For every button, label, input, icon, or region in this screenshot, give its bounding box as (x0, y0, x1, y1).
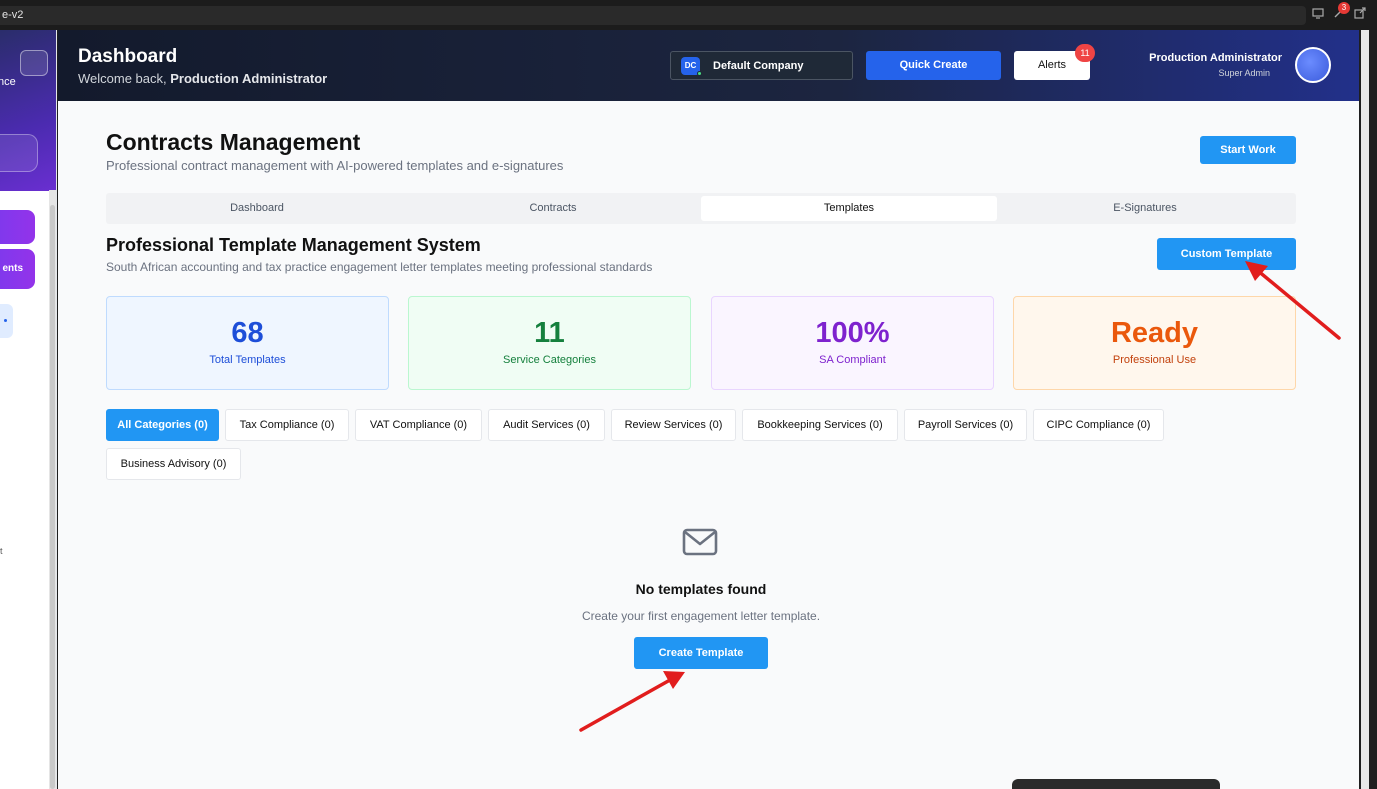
stat-card-total-templates: 68 Total Templates (106, 296, 389, 390)
user-name: Production Administrator (1149, 52, 1282, 64)
custom-template-button[interactable]: Custom Template (1157, 238, 1296, 270)
sidebar-logo[interactable] (20, 50, 48, 76)
start-work-button[interactable]: Start Work (1200, 136, 1296, 164)
create-template-button[interactable]: Create Template (634, 637, 768, 669)
main-content: Contracts Management Professional contra… (58, 101, 1359, 789)
page-subtitle: Professional contract management with AI… (106, 158, 564, 173)
sidebar-item-documents[interactable]: ents (0, 249, 35, 289)
category-chip-review-services[interactable]: Review Services (0) (611, 409, 736, 441)
stat-label: Professional Use (1112, 354, 1197, 366)
sidebar-brand-area: nce (0, 30, 56, 191)
sidebar-subitem-dot (4, 319, 7, 322)
open-external-icon[interactable] (1353, 6, 1367, 20)
sidebar-item-label: ents (2, 263, 23, 274)
tab-contracts[interactable]: Contracts (405, 196, 701, 221)
company-name: Default Company (713, 60, 804, 72)
avatar[interactable] (1295, 47, 1331, 83)
sidebar-search[interactable] (0, 134, 38, 172)
category-chip-vat-compliance[interactable]: VAT Compliance (0) (355, 409, 482, 441)
stat-card-service-categories: 11 Service Categories (408, 296, 691, 390)
page-title: Contracts Management (106, 129, 361, 155)
extensions-icon[interactable]: 3 (1332, 2, 1350, 20)
sidebar-partial-text: t (0, 546, 3, 556)
stat-card-sa-compliant: 100% SA Compliant (711, 296, 994, 390)
category-chip-audit-services[interactable]: Audit Services (0) (488, 409, 605, 441)
cast-icon[interactable] (1311, 6, 1325, 20)
welcome-name: Production Administrator (170, 71, 328, 86)
tab-dashboard[interactable]: Dashboard (109, 196, 405, 221)
browser-chrome: e-v2 3 (0, 0, 1377, 30)
empty-state-title: No templates found (635, 581, 767, 597)
category-chip-all[interactable]: All Categories (0) (106, 409, 219, 441)
user-role: Super Admin (1218, 68, 1270, 78)
stat-value: 11 (534, 317, 565, 349)
company-selector[interactable]: DC Default Company (670, 51, 853, 80)
sidebar-item[interactable] (0, 210, 35, 244)
extensions-badge: 3 (1338, 2, 1350, 14)
tab-e-signatures[interactable]: E-Signatures (997, 196, 1293, 221)
floating-toolbar[interactable] (1012, 779, 1220, 789)
empty-state-subtitle: Create your first engagement letter temp… (581, 609, 821, 623)
alerts-label: Alerts (1037, 59, 1067, 71)
stat-label: Total Templates (209, 354, 286, 366)
category-chip-payroll-services[interactable]: Payroll Services (0) (904, 409, 1027, 441)
stat-label: SA Compliant (819, 354, 886, 366)
alerts-count-badge: 11 (1075, 44, 1095, 62)
sidebar-brand-text: nce (0, 76, 16, 88)
header-welcome: Welcome back, Production Administrator (78, 71, 327, 86)
section-title: Professional Template Management System (106, 235, 481, 255)
welcome-prefix: Welcome back, (78, 71, 171, 86)
browser-toolbar-icons: 3 (1311, 2, 1367, 20)
tab-templates[interactable]: Templates (701, 196, 997, 221)
stat-label: Service Categories (503, 354, 596, 366)
browser-tab-title[interactable]: e-v2 (0, 6, 1306, 25)
alerts-button[interactable]: Alerts 11 (1014, 44, 1095, 80)
page-scrollbar[interactable] (1361, 30, 1369, 789)
quick-create-button[interactable]: Quick Create (866, 51, 1001, 80)
contracts-tabs: Dashboard Contracts Templates E-Signatur… (106, 193, 1296, 224)
stat-card-professional-use: Ready Professional Use (1013, 296, 1296, 390)
stat-value: 100% (815, 317, 890, 349)
category-chip-business-advisory[interactable]: Business Advisory (0) (106, 448, 241, 480)
stat-value: Ready (1110, 317, 1199, 349)
category-chip-tax-compliance[interactable]: Tax Compliance (0) (225, 409, 349, 441)
category-chip-bookkeeping-services[interactable]: Bookkeeping Services (0) (742, 409, 898, 441)
header-title: Dashboard (78, 46, 178, 67)
sidebar-subitem[interactable] (0, 304, 13, 338)
section-subtitle: South African accounting and tax practic… (106, 260, 653, 274)
mail-icon (682, 528, 718, 556)
category-chip-cipc-compliance[interactable]: CIPC Compliance (0) (1033, 409, 1164, 441)
sidebar: nce ents t (0, 30, 57, 789)
sidebar-scrollbar-thumb[interactable] (50, 205, 55, 789)
stat-value: 68 (231, 317, 264, 349)
company-status-dot (697, 71, 702, 76)
app-header: Dashboard Welcome back, Production Admin… (58, 30, 1359, 101)
